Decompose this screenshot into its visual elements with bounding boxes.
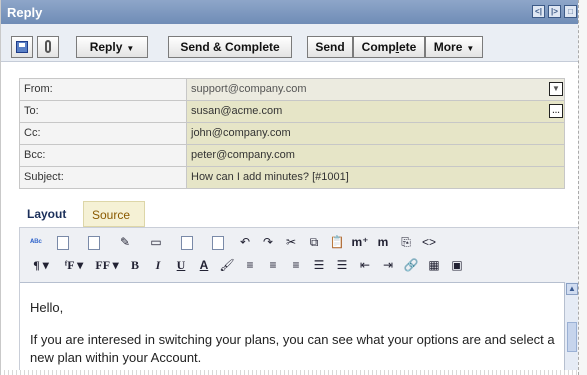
scroll-thumb[interactable] bbox=[567, 322, 577, 352]
scroll-up-icon[interactable]: ▲ bbox=[566, 283, 578, 295]
paragraph-symbol: ¶ bbox=[33, 258, 40, 272]
torn-edge bbox=[1, 370, 579, 375]
right-edge-strip bbox=[578, 0, 587, 375]
bold-button[interactable]: B bbox=[125, 256, 145, 274]
align-left-icon[interactable]: ≡ bbox=[240, 256, 260, 274]
to-value: susan@acme.com bbox=[191, 105, 283, 117]
insert-link-icon[interactable]: 🔗 bbox=[401, 256, 421, 274]
chevron-down-icon: ▼ bbox=[126, 44, 135, 53]
align-center-icon[interactable]: ≡ bbox=[263, 256, 283, 274]
insert-field-icon[interactable]: m⁺ bbox=[350, 233, 370, 251]
body-paragraph: If you are interesed in switching your p… bbox=[30, 332, 555, 365]
collapse-left-icon[interactable]: <| bbox=[532, 5, 545, 18]
collapse-right-icon[interactable]: |> bbox=[548, 5, 561, 18]
reply-label: Reply bbox=[89, 40, 123, 54]
font-color-icon[interactable] bbox=[204, 233, 232, 251]
dropdown-arrow-icon[interactable]: ▼ bbox=[549, 82, 563, 96]
font-color-button[interactable]: A bbox=[194, 256, 214, 274]
subject-row: Subject: How can I add minutes? [#1001] bbox=[19, 167, 565, 189]
cc-label: Cc: bbox=[19, 123, 186, 144]
bcc-row: Bcc: peter@company.com bbox=[19, 145, 565, 167]
cc-value: john@company.com bbox=[191, 127, 291, 139]
window-title: Reply bbox=[7, 5, 43, 20]
rich-text-editor: ᴬᴮᶜ ✎ ▭ ↶ ↷ ✂ ⧉ 📋 m⁺ m ⎘ <> ¶ ▾ ᶠF ▾ FF … bbox=[19, 227, 580, 375]
body-greeting: Hello, bbox=[30, 300, 64, 315]
cc-row: Cc: john@company.com bbox=[19, 123, 565, 145]
style-icon[interactable]: ✎ bbox=[111, 233, 139, 251]
outdent-icon[interactable]: ⇤ bbox=[355, 256, 375, 274]
from-value: support@company.com bbox=[191, 83, 307, 95]
cut-icon[interactable]: ✂ bbox=[281, 233, 301, 251]
align-right-icon[interactable]: ≡ bbox=[286, 256, 306, 274]
underline-button[interactable]: U bbox=[171, 256, 191, 274]
subject-field[interactable]: How can I add minutes? [#1001] bbox=[186, 167, 565, 188]
complete-label-part: ete bbox=[399, 40, 417, 54]
save-button[interactable] bbox=[11, 36, 33, 58]
message-body[interactable]: Hello, If you are interesed in switching… bbox=[20, 282, 565, 375]
insert-icon[interactable]: ▭ bbox=[142, 233, 170, 251]
chevron-down-icon: ▼ bbox=[466, 44, 475, 53]
indent-icon[interactable]: ⇥ bbox=[378, 256, 398, 274]
tab-layout[interactable]: Layout bbox=[19, 201, 83, 227]
send-complete-button[interactable]: Send & Complete bbox=[168, 36, 292, 58]
title-controls: <| |> □ bbox=[532, 5, 577, 18]
to-field[interactable]: susan@acme.com … bbox=[186, 101, 565, 122]
send-button[interactable]: Send bbox=[307, 36, 353, 58]
bcc-value: peter@company.com bbox=[191, 149, 295, 161]
editor-toolbar-row-1: ᴬᴮᶜ ✎ ▭ ↶ ↷ ✂ ⧉ 📋 m⁺ m ⎘ <> bbox=[26, 231, 442, 253]
font-family-select[interactable]: ᶠF ▾ bbox=[59, 256, 89, 274]
cc-field[interactable]: john@company.com bbox=[186, 123, 565, 144]
italic-button[interactable]: I bbox=[148, 256, 168, 274]
insert-table-icon[interactable]: ▦ bbox=[424, 256, 444, 274]
to-row: To: susan@acme.com … bbox=[19, 101, 565, 123]
title-bar: Reply <| |> □ bbox=[1, 0, 579, 24]
numbered-list-icon[interactable]: ☰ bbox=[309, 256, 329, 274]
paperclip-icon bbox=[45, 40, 51, 53]
editor-scrollbar[interactable]: ▲ bbox=[564, 282, 579, 375]
template-icon[interactable]: ⎘ bbox=[396, 233, 416, 251]
complete-label-part: Comp bbox=[361, 40, 396, 54]
copy-icon[interactable]: ⧉ bbox=[304, 233, 324, 251]
font-size-select[interactable]: FF ▾ bbox=[92, 256, 122, 274]
maximize-icon[interactable]: □ bbox=[564, 5, 577, 18]
html-source-icon[interactable]: <> bbox=[419, 233, 439, 251]
from-row: From: support@company.com ▼ bbox=[19, 79, 565, 101]
tab-source[interactable]: Source bbox=[83, 201, 145, 227]
to-label: To: bbox=[19, 101, 186, 122]
address-book-icon[interactable]: … bbox=[549, 104, 563, 118]
bullet-list-icon[interactable]: ☰ bbox=[332, 256, 352, 274]
redo-icon[interactable]: ↷ bbox=[258, 233, 278, 251]
bcc-label: Bcc: bbox=[19, 145, 186, 166]
reply-dropdown-button[interactable]: Reply ▼ bbox=[76, 36, 148, 58]
undo-icon[interactable]: ↶ bbox=[235, 233, 255, 251]
from-label: From: bbox=[19, 79, 186, 100]
insert-image-icon[interactable]: ▣ bbox=[447, 256, 467, 274]
bcc-field[interactable]: peter@company.com bbox=[186, 145, 565, 166]
subject-label: Subject: bbox=[19, 167, 186, 188]
from-field[interactable]: support@company.com ▼ bbox=[186, 79, 565, 100]
paste-icon[interactable]: 📋 bbox=[327, 233, 347, 251]
paragraph-style-select[interactable]: ¶ ▾ bbox=[26, 256, 56, 274]
send-label: Send bbox=[315, 40, 345, 54]
attach-button[interactable] bbox=[37, 36, 59, 58]
spellcheck-icon[interactable]: ᴬᴮᶜ bbox=[26, 233, 46, 251]
highlight-icon[interactable]: 🖌 bbox=[217, 256, 237, 274]
action-toolbar: Reply ▼ Send & Complete Send Complete Mor… bbox=[1, 24, 579, 62]
reply-window: Reply <| |> □ Reply ▼ Send & Complete Sen… bbox=[0, 0, 580, 375]
merge-field-icon[interactable]: m bbox=[373, 233, 393, 251]
paragraph-format-icon[interactable] bbox=[49, 233, 77, 251]
font-family-icon[interactable] bbox=[80, 233, 108, 251]
editor-toolbar-row-2: ¶ ▾ ᶠF ▾ FF ▾ B I U A 🖌 ≡ ≡ ≡ ☰ ☰ ⇤ ⇥ 🔗 … bbox=[26, 254, 470, 276]
subject-value: How can I add minutes? [#1001] bbox=[191, 171, 349, 183]
font-size-icon[interactable] bbox=[173, 233, 201, 251]
email-header-fields: From: support@company.com ▼ To: susan@ac… bbox=[19, 78, 565, 189]
send-complete-label: Send & Complete bbox=[180, 40, 280, 54]
more-dropdown-button[interactable]: More ▼ bbox=[425, 36, 483, 58]
floppy-disk-icon bbox=[16, 41, 28, 53]
more-label: More bbox=[433, 40, 463, 54]
complete-button[interactable]: Complete bbox=[353, 36, 425, 58]
